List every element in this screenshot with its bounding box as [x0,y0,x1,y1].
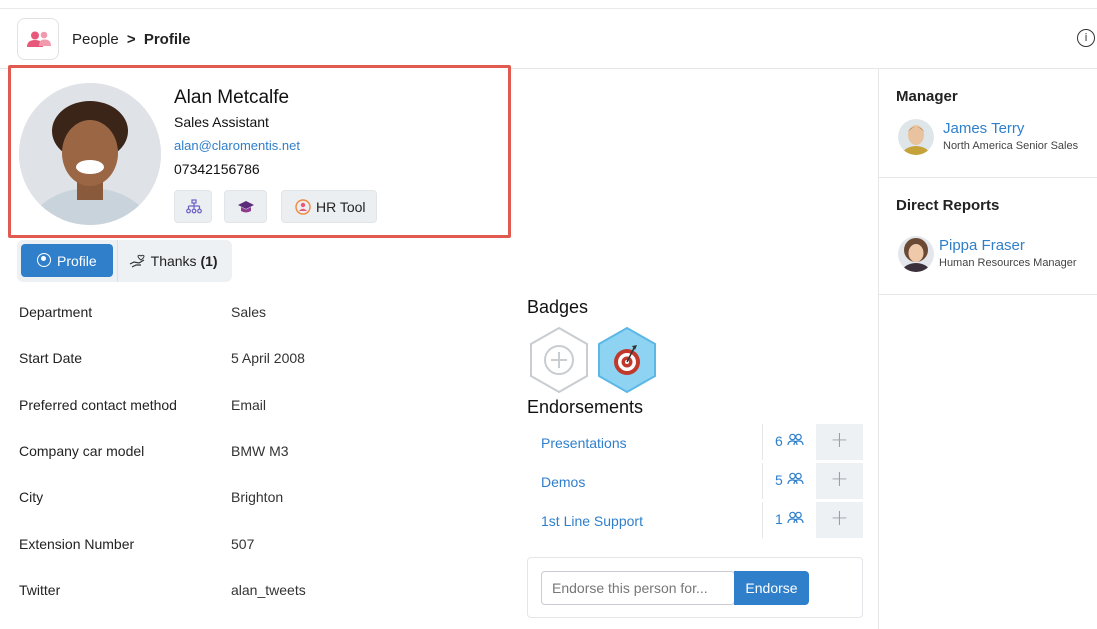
breadcrumb-separator: > [126,31,136,48]
report-avatar[interactable] [898,236,934,272]
phone-number: 07342156786 [174,161,260,177]
manager-name[interactable]: James Terry [943,120,1024,137]
endorsement-row: 1st Line Support 1 + [527,502,863,538]
divider [762,463,763,499]
breadcrumb: People > Profile [72,31,191,48]
tab-profile[interactable]: Profile [21,244,113,277]
tab-profile-label: Profile [57,253,97,269]
top-bar: People > Profile i [0,8,1097,69]
users-icon [787,433,804,446]
endorsement-count-value: 1 [775,511,783,527]
email-link[interactable]: alan@claromentis.net [174,138,300,153]
endorsement-skill[interactable]: Demos [541,474,585,490]
manager-role: North America Senior Sales [943,140,1079,152]
users-icon [787,472,804,485]
divider [762,502,763,538]
endorsement-count-value: 6 [775,433,783,449]
endorsement-count[interactable]: 5 [775,472,804,488]
divider [762,424,763,460]
field-value: BMW M3 [231,443,289,459]
endorsement-count[interactable]: 1 [775,511,804,527]
field-label: Department [19,304,93,320]
field-label: Twitter [19,582,61,598]
avatar [19,83,161,225]
breadcrumb-profile: Profile [143,31,191,48]
job-title: Sales Assistant [174,114,269,130]
field-value: Email [231,397,267,413]
field-label: City [19,489,44,505]
report-role: Human Resources Manager [939,257,1077,269]
field-label: Preferred contact method [19,397,177,413]
endorsement-count[interactable]: 6 [775,433,804,449]
org-chart-button[interactable] [174,190,212,223]
endorsement-skill[interactable]: Presentations [541,435,627,451]
add-badge-icon[interactable] [528,326,590,394]
endorse-plus-button[interactable]: + [816,502,863,538]
endorsement-count-value: 5 [775,472,783,488]
profile-name: Alan Metcalfe [174,87,290,108]
hr-tool-icon [295,199,311,215]
user-circle-icon [37,253,51,267]
report-name[interactable]: Pippa Fraser [939,237,1025,254]
manager-title: Manager [896,88,958,105]
field-value: alan_tweets [231,582,306,598]
users-icon [787,511,804,524]
profile-card: Alan Metcalfe Sales Assistant alan@claro… [8,65,511,238]
field-value: Brighton [231,489,284,505]
org-chart-icon [186,199,202,214]
breadcrumb-people[interactable]: People [72,31,119,48]
manager-avatar[interactable] [898,119,934,155]
target-badge-icon[interactable] [596,326,658,394]
direct-reports-title: Direct Reports [896,197,1000,214]
field-value: 507 [231,536,255,552]
info-icon[interactable]: i [1077,29,1095,47]
endorse-plus-button[interactable]: + [816,424,863,460]
endorse-plus-button[interactable]: + [816,463,863,499]
endorsements-title: Endorsements [527,397,644,417]
tab-thanks[interactable]: Thanks (1) [129,253,218,269]
field-value: 5 April 2008 [231,350,305,366]
manager-section: Manager James Terry North America Senior… [879,69,1097,178]
hand-heart-icon [129,254,145,268]
tab-divider [117,240,118,282]
graduation-cap-icon [238,201,254,213]
endorse-button[interactable]: Endorse [734,571,809,605]
people-icon[interactable] [17,18,59,60]
field-value: Sales [231,304,267,320]
field-label: Company car model [19,443,145,459]
endorse-form: Endorse [527,557,863,618]
badges-title: Badges [527,297,589,317]
endorse-input[interactable] [541,571,735,605]
learning-button[interactable] [224,190,267,223]
hr-tool-label: HR Tool [316,199,366,215]
tab-thanks-label: Thanks [150,253,197,269]
field-label: Start Date [19,350,83,366]
endorsement-skill[interactable]: 1st Line Support [541,513,643,529]
endorsement-row: Presentations 6 + [527,424,863,460]
hr-tool-button[interactable]: HR Tool [281,190,377,223]
endorsement-row: Demos 5 + [527,463,863,499]
direct-reports-section: Direct Reports Pippa Fraser Human Resour… [879,178,1097,295]
field-label: Extension Number [19,536,135,552]
profile-tabs: Profile Thanks (1) [17,240,232,282]
thanks-count: (1) [200,253,218,269]
